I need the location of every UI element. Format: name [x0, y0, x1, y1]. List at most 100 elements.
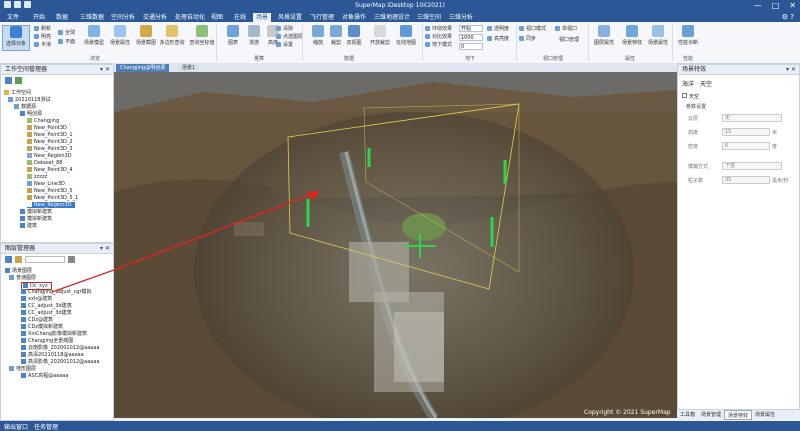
- tab-toolbox[interactable]: 工具箱: [677, 410, 698, 420]
- surround-effect-button[interactable]: 环绕效果: [425, 26, 452, 33]
- effect-icon: [626, 25, 638, 37]
- contrast-effect-button[interactable]: 对比效果: [425, 34, 452, 41]
- tab-changjing[interactable]: Changjing@明创源: [116, 64, 170, 72]
- menu-item-style[interactable]: 风格设置: [275, 13, 305, 22]
- menu-item-traffic-analysis[interactable]: 交通分析: [140, 13, 170, 22]
- maximize-button[interactable]: □: [772, 1, 780, 10]
- menu-item-scene[interactable]: 场景: [253, 13, 272, 22]
- pin-close-icon[interactable]: ▾ ✕: [786, 65, 796, 75]
- start-select[interactable]: 开始: [459, 25, 483, 32]
- menu-item-3d-design[interactable]: 三维地理设计: [371, 13, 413, 22]
- group-underground-label: 地下: [464, 56, 475, 62]
- scene-effects-panel: 场景特效 ▾ ✕ 海洋 天空 天空 参数设置 云层 无 高度 15 米 密度 6 …: [677, 64, 800, 410]
- eye-icon[interactable]: [21, 373, 26, 378]
- online-map-button[interactable]: 在线地图: [392, 25, 420, 51]
- menu-item-object[interactable]: 对象操作: [339, 13, 369, 22]
- layer-node[interactable]: 高清20210118@aaaaa: [21, 352, 84, 358]
- eye-icon[interactable]: [21, 324, 26, 329]
- highlight-button[interactable]: 高亮度: [487, 36, 509, 43]
- menu-item-flight[interactable]: 飞行管理: [307, 13, 337, 22]
- output-window-tab[interactable]: 输出窗口: [4, 422, 28, 431]
- layer-node[interactable]: 高清影像_202001012@aaaaa: [21, 359, 99, 365]
- menu-item-3d-analysis[interactable]: 三维分析: [446, 13, 476, 22]
- particles-input[interactable]: 35: [722, 176, 770, 184]
- density-input[interactable]: 6: [722, 142, 770, 150]
- task-manager-tab[interactable]: 任务管理: [34, 422, 58, 431]
- tab-scene-properties[interactable]: 场景属性: [752, 410, 778, 420]
- pick-layer-button[interactable]: 点选图层: [276, 34, 303, 41]
- eye-icon[interactable]: [21, 352, 26, 357]
- polygon-query-button[interactable]: 多边形查询: [158, 25, 186, 51]
- scene-viewport[interactable]: Copyright © 2021 SuperMap: [114, 72, 677, 418]
- close-button[interactable]: ✕: [789, 1, 796, 10]
- menu-item-online[interactable]: 在线: [231, 13, 249, 22]
- sync-button[interactable]: 同步: [519, 36, 536, 43]
- menu-item-automation[interactable]: 处理自动化: [172, 13, 208, 22]
- open-clip-button[interactable]: 开放裁剪: [366, 25, 394, 51]
- ribbon-separator: [672, 25, 673, 61]
- layer-node[interactable]: XinChang影像模拟新建筑: [21, 331, 87, 337]
- prop-label-height: 高度: [688, 130, 699, 136]
- scene-effects-title: 场景特效 ▾ ✕: [678, 65, 799, 75]
- camera-icon: [140, 25, 152, 37]
- single-viewport-button[interactable]: 单视口: [555, 26, 577, 33]
- layer-node[interactable]: CDz模拟新建筑: [21, 324, 63, 330]
- dual-view-button[interactable]: 双视图: [340, 25, 368, 51]
- help-settings-icons[interactable]: ⚙ ?: [782, 13, 794, 21]
- sky-checkbox[interactable]: [682, 93, 687, 98]
- sky-checkbox-row[interactable]: 天空: [682, 93, 699, 100]
- settings-button[interactable]: 设置: [276, 42, 293, 49]
- layer-node[interactable]: ASC高程@aaaaa: [21, 373, 68, 379]
- eye-icon[interactable]: [21, 331, 26, 336]
- eye-icon[interactable]: [21, 345, 26, 350]
- tab-scene-effects[interactable]: 场景特效: [724, 410, 753, 420]
- query-coordinate-button[interactable]: 查询坐标值: [188, 25, 216, 51]
- eye-icon[interactable]: [21, 317, 26, 322]
- arrow-overlay: [51, 269, 115, 293]
- layer-property-button[interactable]: 图层属性: [590, 25, 618, 51]
- group-data-label: 数据: [343, 56, 354, 62]
- cloud-select[interactable]: 无: [722, 114, 782, 122]
- eye-icon[interactable]: [21, 310, 26, 315]
- ribbon: 选择对象 刷新 明亮 平滑 全球 平面 浏览 场景模型 场景属性 场景截图 多边…: [0, 22, 800, 64]
- menu-item-view[interactable]: 视图: [208, 13, 226, 22]
- map-watermark: Copyright © 2021 SuperMap: [584, 409, 671, 416]
- viewport-mode-button[interactable]: 视口模式: [519, 26, 546, 33]
- eye-icon[interactable]: [21, 303, 26, 308]
- transparency-button[interactable]: 透明度: [487, 26, 509, 33]
- dual-view-icon: [348, 25, 360, 37]
- layer-node-terrain-group[interactable]: 地形图层: [9, 366, 36, 372]
- distance-input[interactable]: 1000: [459, 34, 483, 41]
- tab-sky[interactable]: 天空: [700, 79, 712, 88]
- scene-screenshot-button[interactable]: 场景截图: [132, 25, 160, 51]
- diagnosis-icon: [682, 25, 694, 37]
- blur-mode-select[interactable]: 下雪: [722, 162, 782, 170]
- underground-mode-button[interactable]: 地下模式: [425, 42, 452, 49]
- tab-scene1[interactable]: 场景1: [178, 64, 200, 72]
- layer-node[interactable]: CC_adjust_3d建筑: [21, 303, 72, 309]
- scene-effects-tabs: 海洋 天空: [682, 79, 712, 88]
- eye-icon[interactable]: [21, 359, 26, 364]
- performance-diagnosis-button[interactable]: 性能诊断: [674, 25, 702, 51]
- layer-node[interactable]: CC_adjust_3d建筑: [21, 310, 72, 316]
- scene-property-button[interactable]: 场景属性: [644, 25, 672, 51]
- ribbon-separator: [302, 25, 303, 61]
- clear-button[interactable]: 清除: [276, 26, 293, 33]
- layer-node[interactable]: Changjing全景底图: [21, 338, 73, 344]
- prop-label-cloud: 云层: [688, 116, 699, 122]
- height-input[interactable]: 15: [722, 128, 770, 136]
- viewport-manager-button[interactable]: 视口管理: [555, 36, 583, 52]
- density-unit: 度: [772, 144, 778, 150]
- ribbon-separator: [422, 25, 423, 61]
- tab-ocean[interactable]: 海洋: [682, 79, 694, 88]
- minimize-button[interactable]: —: [754, 1, 762, 10]
- tab-scene-manager[interactable]: 场景管理: [698, 410, 724, 420]
- scene-effect-button[interactable]: 场景特效: [618, 25, 646, 51]
- depth-input[interactable]: 0: [459, 43, 483, 50]
- property-icon: [652, 25, 664, 37]
- eye-icon[interactable]: [21, 338, 26, 343]
- layer-node[interactable]: CDz@建筑: [21, 317, 53, 323]
- coordinate-icon: [196, 25, 208, 37]
- menu-item-3d-space[interactable]: 三维空间: [414, 13, 444, 22]
- layer-node[interactable]: 云南影像_202001012@aaaaa: [21, 345, 99, 351]
